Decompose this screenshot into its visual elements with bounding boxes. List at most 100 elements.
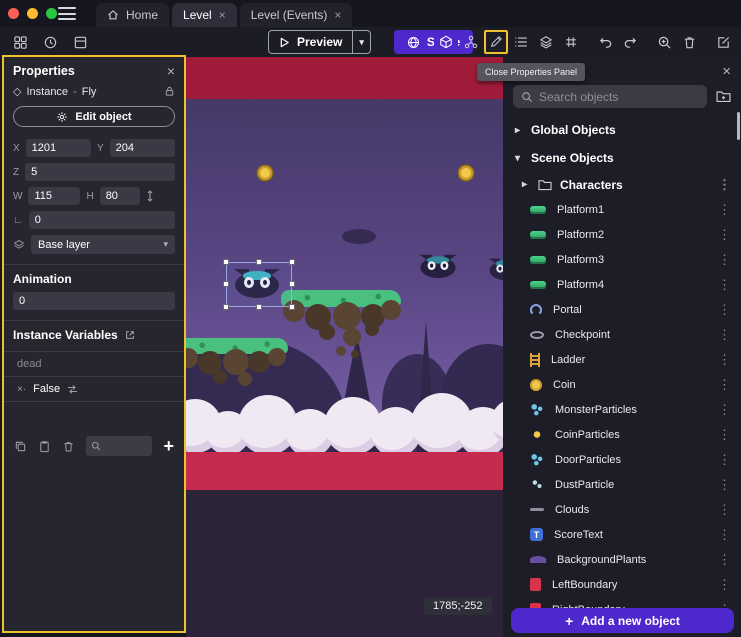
animation-input[interactable] xyxy=(13,292,175,310)
selection-handle[interactable] xyxy=(223,281,229,287)
item-menu-icon[interactable]: ⋮ xyxy=(718,302,731,318)
selection-box[interactable] xyxy=(226,262,292,307)
lock-icon[interactable] xyxy=(164,86,175,97)
object-item[interactable]: Portal ⋮ xyxy=(503,297,741,322)
scrollbar-thumb[interactable] xyxy=(737,112,740,140)
object-item[interactable]: Platform3 ⋮ xyxy=(503,247,741,272)
close-properties-icon[interactable]: × xyxy=(167,64,175,78)
item-menu-icon[interactable]: ⋮ xyxy=(718,377,731,393)
item-menu-icon[interactable]: ⋮ xyxy=(718,527,731,543)
fly-sprite[interactable] xyxy=(420,254,455,278)
close-tab-icon[interactable]: × xyxy=(219,9,226,21)
tab-level-events[interactable]: Level (Events) × xyxy=(240,3,353,27)
tab-home[interactable]: Home xyxy=(96,3,169,27)
object-item[interactable]: Checkpoint ⋮ xyxy=(503,322,741,347)
object-item[interactable]: CoinParticles ⋮ xyxy=(503,422,741,447)
redo-button[interactable] xyxy=(618,30,642,54)
object-item[interactable]: DoorParticles ⋮ xyxy=(503,447,741,472)
item-menu-icon[interactable]: ⋮ xyxy=(718,352,731,368)
selection-handle[interactable] xyxy=(223,259,229,265)
characters-folder[interactable]: ▸ Characters ⋮ xyxy=(503,172,741,197)
fly-sprite[interactable] xyxy=(490,258,504,281)
layers-button[interactable] xyxy=(534,30,558,54)
selection-handle[interactable] xyxy=(289,304,295,310)
y-input[interactable] xyxy=(110,139,175,157)
item-menu-icon[interactable]: ⋮ xyxy=(718,502,731,518)
item-menu-icon[interactable]: ⋮ xyxy=(718,577,731,593)
item-menu-icon[interactable]: ⋮ xyxy=(718,427,731,443)
item-menu-icon[interactable]: ⋮ xyxy=(718,202,731,218)
coin-sprite[interactable] xyxy=(258,166,272,180)
height-input[interactable] xyxy=(100,187,140,205)
dashboard-button[interactable] xyxy=(8,30,32,54)
selection-handle[interactable] xyxy=(223,304,229,310)
selection-handle[interactable] xyxy=(289,281,295,287)
layer-select[interactable]: Base layer ▾ xyxy=(31,235,175,254)
undo-button[interactable] xyxy=(593,30,617,54)
variable-value-row[interactable]: ×· False xyxy=(4,377,184,402)
selection-handle[interactable] xyxy=(289,259,295,265)
object-item[interactable]: BackgroundPlants ⋮ xyxy=(503,547,741,572)
object-item[interactable]: Coin ⋮ xyxy=(503,372,741,397)
swap-value-icon[interactable] xyxy=(67,385,78,394)
x-input[interactable] xyxy=(26,139,91,157)
objects-panel-toggle-button[interactable] xyxy=(434,30,458,54)
item-menu-icon[interactable]: ⋮ xyxy=(718,252,731,268)
zoom-window-button[interactable] xyxy=(46,8,57,19)
object-item[interactable]: MonsterParticles ⋮ xyxy=(503,397,741,422)
trash-icon[interactable] xyxy=(62,440,75,453)
object-item[interactable]: Platform2 ⋮ xyxy=(503,222,741,247)
edit-object-button[interactable]: Edit object xyxy=(13,106,175,127)
object-item[interactable]: Ladder ⋮ xyxy=(503,347,741,372)
item-menu-icon[interactable]: ⋮ xyxy=(718,452,731,468)
preview-button[interactable]: Preview ▾ xyxy=(268,30,371,54)
add-variable-button[interactable]: + xyxy=(163,437,174,455)
coin-sprite[interactable] xyxy=(459,166,473,180)
width-input[interactable] xyxy=(28,187,80,205)
object-item[interactable]: LeftBoundary ⋮ xyxy=(503,572,741,597)
object-groups-button[interactable] xyxy=(459,30,483,54)
layout-button[interactable] xyxy=(68,30,92,54)
edit-scene-button[interactable] xyxy=(711,30,735,54)
scene-canvas[interactable]: 1785;-252 xyxy=(186,57,503,637)
angle-input[interactable] xyxy=(29,211,175,229)
item-menu-icon[interactable]: ⋮ xyxy=(718,552,731,568)
tab-level[interactable]: Level × xyxy=(172,3,237,27)
item-menu-icon[interactable]: ⋮ xyxy=(718,327,731,343)
global-objects-group[interactable]: ▸ Global Objects xyxy=(503,116,741,144)
add-folder-icon[interactable] xyxy=(716,90,731,103)
close-objects-panel-icon[interactable]: × xyxy=(722,63,731,80)
external-link-icon[interactable] xyxy=(125,330,135,340)
close-tab-icon[interactable]: × xyxy=(334,9,341,21)
add-object-button[interactable]: + Add a new object xyxy=(511,608,734,633)
item-menu-icon[interactable]: ⋮ xyxy=(718,477,731,493)
object-item[interactable]: Platform1 ⋮ xyxy=(503,197,741,222)
item-menu-icon[interactable]: ⋮ xyxy=(718,177,731,193)
scene-objects-group[interactable]: ▾ Scene Objects xyxy=(503,144,741,172)
hamburger-menu-icon[interactable] xyxy=(58,7,76,20)
item-menu-icon[interactable]: ⋮ xyxy=(718,227,731,243)
variables-search-input[interactable] xyxy=(105,441,147,452)
fly-silhouette[interactable] xyxy=(342,229,376,244)
preview-dropdown-button[interactable]: ▾ xyxy=(353,37,370,48)
item-menu-icon[interactable]: ⋮ xyxy=(718,277,731,293)
selection-handle[interactable] xyxy=(256,259,262,265)
object-item[interactable]: ScoreText ⋮ xyxy=(503,522,741,547)
object-item[interactable]: Platform4 ⋮ xyxy=(503,272,741,297)
z-input[interactable] xyxy=(25,163,175,181)
variable-name-row[interactable]: dead xyxy=(4,351,184,377)
history-button[interactable] xyxy=(38,30,62,54)
object-item[interactable]: Clouds ⋮ xyxy=(503,497,741,522)
paste-icon[interactable] xyxy=(38,440,51,453)
selection-handle[interactable] xyxy=(256,304,262,310)
object-search-input[interactable] xyxy=(539,90,699,104)
platform-sprite[interactable] xyxy=(186,338,288,398)
zoom-button[interactable] xyxy=(652,30,676,54)
minimize-window-button[interactable] xyxy=(27,8,38,19)
delete-button[interactable] xyxy=(677,30,701,54)
platform-sprite[interactable] xyxy=(281,290,401,368)
object-item[interactable]: DustParticle ⋮ xyxy=(503,472,741,497)
item-menu-icon[interactable]: ⋮ xyxy=(718,402,731,418)
lock-aspect-ratio-icon[interactable] xyxy=(146,190,154,202)
properties-panel-toggle-button[interactable] xyxy=(484,30,508,54)
